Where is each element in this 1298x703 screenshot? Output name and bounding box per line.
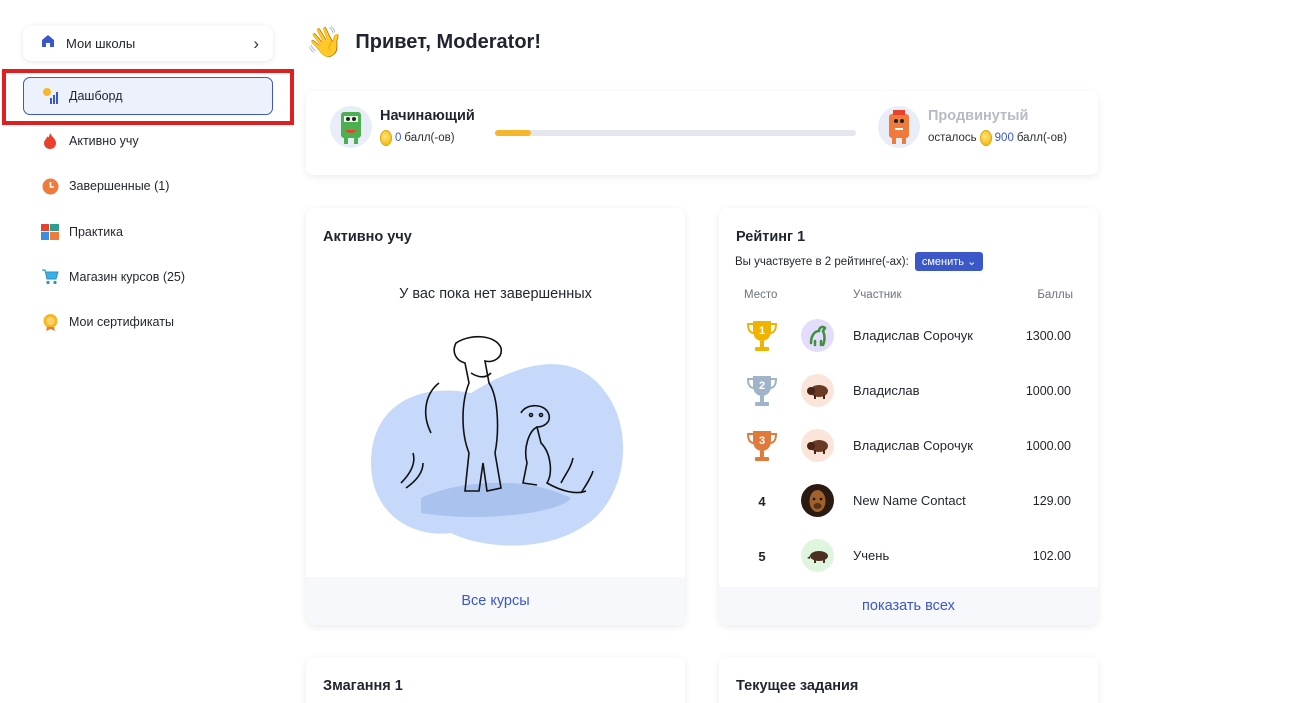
active-learning-card: Активно учу У вас пока нет завершенных В…: [306, 208, 685, 625]
sidebar-item-label: Завершенные (1): [69, 179, 170, 194]
svg-text:2: 2: [759, 380, 765, 392]
participant-score: 1000.00: [1025, 439, 1071, 453]
level-progress-bar: [495, 130, 856, 136]
sidebar-item-dashboard[interactable]: Дашборд: [23, 77, 273, 115]
all-courses-link[interactable]: Все курсы: [306, 577, 685, 625]
table-row[interactable]: 2 Владислав 1000.00: [719, 363, 1098, 418]
sidebar-item-label: Мои сертификаты: [69, 314, 174, 329]
card-title: Текущее задания: [736, 678, 859, 694]
participant-name: New Name Contact: [853, 493, 966, 508]
cart-icon: [41, 268, 59, 286]
sidebar-item-active-learning[interactable]: Активно учу: [23, 122, 273, 160]
rating-card: Рейтинг 1 Вы участвуете в 2 рейтинге(-ах…: [719, 208, 1098, 625]
clock-icon: [41, 177, 59, 195]
beginner-mascot-icon: [330, 106, 372, 148]
avatar: [801, 429, 834, 462]
grid-icon: [41, 223, 59, 241]
switch-rating-label: сменить: [921, 256, 964, 268]
participant-name: Владислав Сорочук: [853, 328, 973, 343]
bronze-trophy-icon: 3: [745, 429, 779, 463]
avatar: [801, 484, 834, 517]
table-row[interactable]: 4 New Name Contact 129.00: [719, 473, 1098, 528]
chevron-right-icon: ›: [253, 33, 259, 53]
svg-text:3: 3: [759, 435, 765, 447]
advanced-mascot-icon: [878, 106, 920, 148]
avatar: [801, 374, 834, 407]
participant-score: 102.00: [1032, 549, 1071, 563]
gold-trophy-icon: 1: [745, 319, 779, 353]
chart-icon: [41, 87, 59, 105]
next-level-title: Продвинутый: [928, 108, 1029, 124]
points-suffix: балл(-ов): [1016, 132, 1067, 144]
current-points: 0: [395, 132, 402, 144]
header-place: Место: [744, 289, 778, 301]
sidebar-item-label: Дашборд: [69, 89, 123, 103]
level-progress-fill: [495, 130, 532, 136]
svg-text:1: 1: [759, 325, 765, 337]
card-title: Активно учу: [323, 229, 412, 245]
current-level-title: Начинающий: [380, 108, 475, 124]
my-schools-label: Мои школы: [66, 36, 136, 51]
avatar: [801, 539, 834, 572]
sidebar-item-completed[interactable]: Завершенные (1): [23, 167, 273, 205]
participant-name: Владислав Сорочук: [853, 438, 973, 453]
my-schools-switch[interactable]: Мои школы ›: [23, 26, 273, 61]
participant-name: Владислав: [853, 383, 920, 398]
table-row[interactable]: 1 Владислав Сорочук 1300.00: [719, 308, 1098, 363]
meerkats-illustration: [371, 335, 624, 546]
table-row[interactable]: 3 Владислав Сорочук 1000.00: [719, 418, 1098, 473]
remaining-prefix: осталось: [928, 132, 977, 144]
place-number: 5: [758, 548, 766, 564]
points-suffix: балл(-ов): [404, 132, 455, 144]
avatar: [801, 319, 834, 352]
home-icon: [40, 33, 56, 54]
sidebar-nav: Дашборд Активно учу Завершенные (1) Прак…: [23, 77, 273, 348]
silver-trophy-icon: 2: [745, 374, 779, 408]
greeting: 👋 Привет, Moderator!: [306, 25, 541, 60]
card-title: Рейтинг 1: [736, 229, 806, 245]
sidebar-item-label: Магазин курсов (25): [69, 269, 186, 284]
switch-rating-button[interactable]: сменить ⌄: [914, 252, 984, 271]
participant-score: 1300.00: [1025, 329, 1071, 343]
participant-name: Учень: [853, 548, 890, 563]
header-participant: Участник: [853, 289, 902, 301]
current-level: Начинающий 0 балл(-ов): [330, 106, 475, 148]
fire-icon: [41, 132, 59, 150]
place-number: 4: [758, 493, 766, 509]
show-all-link[interactable]: показать всех: [719, 587, 1098, 625]
waving-hand-icon: 👋: [306, 26, 344, 59]
coin-icon: [380, 130, 392, 146]
participant-score: 1000.00: [1025, 384, 1071, 398]
card-title: Змагання 1: [323, 678, 403, 694]
sidebar-item-course-shop[interactable]: Магазин курсов (25): [23, 258, 273, 296]
page-title: Привет, Moderator!: [355, 31, 541, 53]
sidebar-item-certificates[interactable]: Мои сертификаты: [23, 303, 273, 341]
chevron-down-icon: ⌄: [967, 256, 977, 268]
remaining-points: 900: [994, 132, 1014, 144]
header-points: Баллы: [1037, 289, 1073, 301]
sidebar-item-label: Практика: [69, 224, 123, 239]
sidebar-item-practice[interactable]: Практика: [23, 213, 273, 251]
participant-score: 129.00: [1032, 494, 1071, 508]
coin-icon: [979, 130, 992, 146]
rating-subtitle: Вы участвуете в 2 рейтинге(-ах):: [735, 255, 909, 268]
next-level: Продвинутый осталось 900 балл(-ов): [878, 106, 1067, 148]
level-progress-card: Начинающий 0 балл(-ов) Продвинутый остал…: [306, 91, 1098, 175]
current-tasks-card: Текущее задания: [719, 657, 1098, 703]
table-row[interactable]: 5 Учень 102.00: [719, 528, 1098, 583]
sidebar-item-label: Активно учу: [69, 134, 139, 149]
empty-state-text: У вас пока нет завершенных: [399, 286, 592, 302]
competition-card: Змагання 1: [306, 657, 685, 703]
badge-icon: [41, 313, 59, 331]
